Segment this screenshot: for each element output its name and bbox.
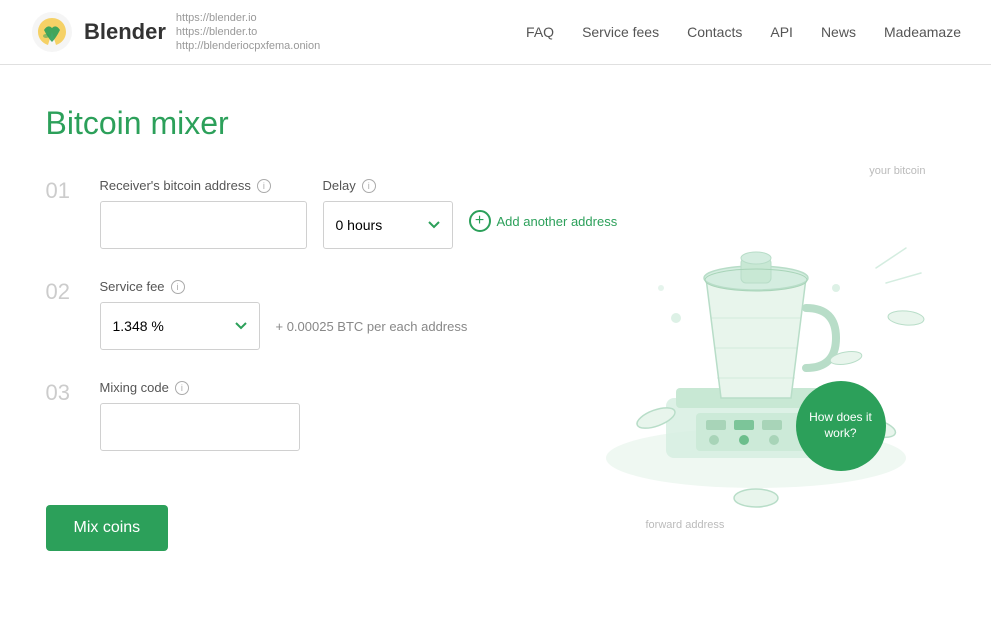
- nav-item-faq[interactable]: FAQ: [526, 24, 554, 40]
- fee-info-icon[interactable]: i: [171, 280, 185, 294]
- header: Blender https://blender.io https://blend…: [0, 0, 991, 65]
- step-3-content: Mixing code i: [100, 380, 546, 451]
- logo-url-1: https://blender.io: [176, 12, 320, 24]
- page-title: Bitcoin mixer: [46, 105, 546, 142]
- nav-item-news[interactable]: News: [821, 24, 856, 40]
- nav: FAQ Service fees Contacts API News Madea…: [526, 24, 961, 40]
- how-does-it-work-bubble[interactable]: How does it work?: [796, 381, 886, 471]
- delay-select[interactable]: 0 hours 1 hour 2 hours 6 hours 12 hours …: [323, 201, 453, 249]
- step-1-number: 01: [46, 180, 82, 202]
- mix-coins-button[interactable]: Mix coins: [46, 505, 169, 551]
- logo-area: Blender https://blender.io https://blend…: [30, 10, 320, 54]
- step-1: 01 Receiver's bitcoin address i Delay i: [46, 178, 546, 249]
- step-2: 02 Service fee i 1.348 % 1.5 % 2 % 3 % +…: [46, 279, 546, 350]
- mixing-label-group: Mixing code i: [100, 380, 546, 395]
- receiver-group: Receiver's bitcoin address i: [100, 178, 307, 249]
- main-content: Bitcoin mixer 01 Receiver's bitcoin addr…: [16, 65, 976, 591]
- receiver-label-group: Receiver's bitcoin address i: [100, 178, 307, 193]
- logo-url-3: http://blenderiocpxfema.onion: [176, 40, 320, 52]
- your-bitcoin-label: your bitcoin: [869, 165, 925, 177]
- step-3: 03 Mixing code i: [46, 380, 546, 451]
- form-section: Bitcoin mixer 01 Receiver's bitcoin addr…: [46, 105, 546, 551]
- nav-item-madeamaze[interactable]: Madeamaze: [884, 24, 961, 40]
- receiver-label: Receiver's bitcoin address: [100, 178, 251, 193]
- logo-text: Blender: [84, 19, 166, 45]
- fee-select[interactable]: 1.348 % 1.5 % 2 % 3 %: [100, 302, 260, 350]
- mixing-code-input[interactable]: [100, 403, 300, 451]
- delay-label-group: Delay i: [323, 178, 453, 193]
- logo-icon: [30, 10, 74, 54]
- delay-label: Delay: [323, 178, 356, 193]
- mixing-label: Mixing code: [100, 380, 169, 395]
- fee-note: + 0.00025 BTC per each address: [276, 319, 468, 334]
- nav-item-contacts[interactable]: Contacts: [687, 24, 742, 40]
- receiver-address-input[interactable]: [100, 201, 307, 249]
- delay-info-icon[interactable]: i: [362, 179, 376, 193]
- receiver-info-icon[interactable]: i: [257, 179, 271, 193]
- step-3-number: 03: [46, 382, 82, 404]
- fee-row: 1.348 % 1.5 % 2 % 3 % + 0.00025 BTC per …: [100, 302, 546, 350]
- logo-urls: https://blender.io https://blender.to ht…: [176, 12, 320, 52]
- delay-group: Delay i 0 hours 1 hour 2 hours 6 hours 1…: [323, 178, 453, 249]
- forward-address-label: forward address: [646, 519, 725, 531]
- plus-circle-icon: +: [469, 210, 491, 232]
- mixing-info-icon[interactable]: i: [175, 381, 189, 395]
- logo-url-2: https://blender.to: [176, 26, 320, 38]
- blender-illustration: [566, 118, 946, 538]
- nav-item-api[interactable]: API: [770, 24, 793, 40]
- how-bubble-text: How does it work?: [796, 410, 886, 441]
- step-1-row: Receiver's bitcoin address i Delay i 0 h…: [100, 178, 618, 249]
- step-2-number: 02: [46, 281, 82, 303]
- step-2-content: Service fee i 1.348 % 1.5 % 2 % 3 % + 0.…: [100, 279, 546, 350]
- step-1-content: Receiver's bitcoin address i Delay i 0 h…: [100, 178, 618, 249]
- nav-item-service-fees[interactable]: Service fees: [582, 24, 659, 40]
- fee-label: Service fee: [100, 279, 165, 294]
- illustration-area: your bitcoin: [566, 105, 946, 551]
- fee-label-group: Service fee i: [100, 279, 546, 294]
